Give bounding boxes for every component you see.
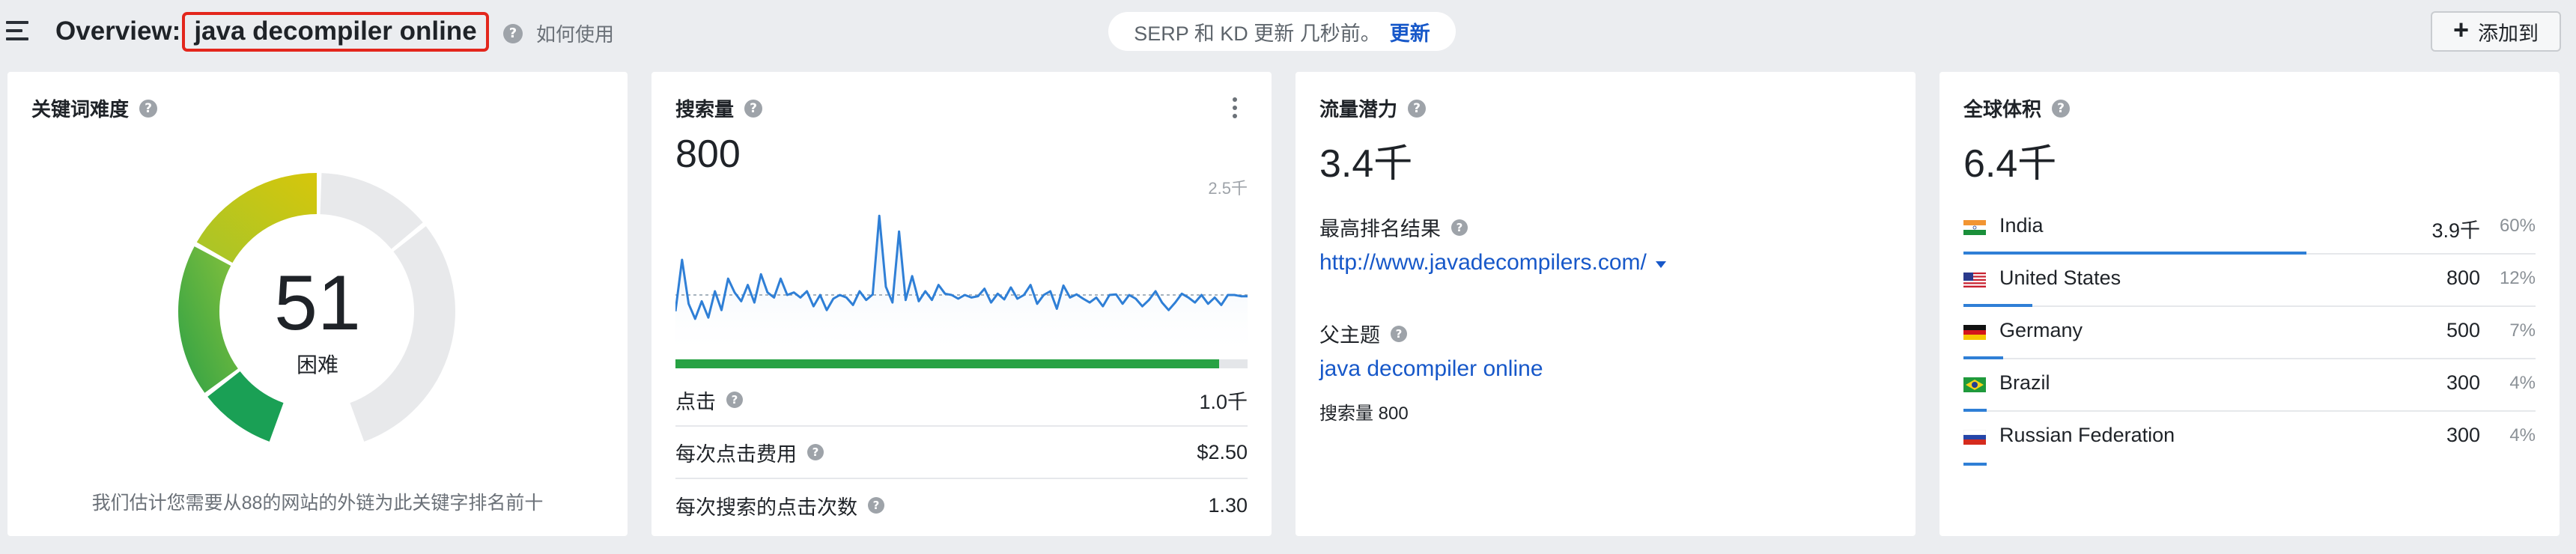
global-volume-card: 全球体积 ? 6.4千 India 3.9千 60% United States… [1939,72,2560,536]
country-name: United States [1999,267,2121,289]
country-name: India [1999,214,2044,237]
clicks-share-bar [675,359,1248,368]
clicks-value: 1.0千 [1199,390,1248,413]
country-row-germany[interactable]: Germany 500 7% [1963,307,2536,359]
global-header: 全球体积 ? [1963,94,2071,122]
volume-header: 搜索量 ? [675,94,763,122]
brazil-flag-icon [1963,377,1986,392]
kd-gauge-segment [196,173,317,263]
country-share-bar [1963,463,1987,466]
country-percent: 12% [2499,268,2536,288]
country-row-united-states[interactable]: United States 800 12% [1963,255,2536,307]
country-volume: 500 [2446,319,2480,341]
help-icon: ? [503,23,523,43]
overview-label: Overview: [55,16,181,46]
country-name: Germany [1999,319,2083,341]
parent-topic-header: 父主题 ? [1319,319,1407,348]
country-name: Brazil [1999,371,2050,394]
serp-notice-text: SERP 和 KD 更新 几秒前。 [1134,22,1381,45]
help-icon[interactable]: ? [868,497,884,514]
clicks-label: 点击 [675,390,716,413]
volume-trend-chart [675,214,1248,358]
russia-flag-icon [1963,430,1986,445]
clicks-per-search-label: 每次搜索的点击次数 [675,496,857,519]
hamburger-menu-icon[interactable] [6,21,30,40]
country-row-russian-federation[interactable]: Russian Federation 300 4% [1963,412,2536,466]
volume-area-fill [675,216,1248,358]
help-icon[interactable]: ? [1391,325,1407,342]
country-row-brazil[interactable]: Brazil 300 4% [1963,359,2536,412]
volume-value: 800 [675,133,741,176]
country-percent: 4% [2509,373,2536,393]
more-options-icon[interactable] [1233,97,1239,122]
clicks-per-search-row: 每次搜索的点击次数? 1.30 [675,479,1248,532]
country-name: Russian Federation [1999,424,2175,446]
update-link[interactable]: 更新 [1390,17,1430,46]
clicks-per-search-value: 1.30 [1208,493,1248,517]
cpc-label: 每次点击费用 [675,442,797,466]
country-row-india[interactable]: India 3.9千 60% [1963,202,2536,255]
india-flag-icon [1963,220,1986,235]
kd-header: 关键词难度 ? [31,94,158,122]
kd-difficulty-label: 困难 [296,353,338,377]
top-result-label: 最高排名结果 [1319,218,1441,240]
how-to-use-label: 如何使用 [536,23,615,46]
keyword-difficulty-card: 关键词难度 ? 51 困难 我们估计您需要从88的网站的外链为此关键字排名前十 [7,72,628,536]
country-volume: 3.9千 [2431,219,2480,242]
country-volume: 800 [2446,267,2480,289]
help-icon[interactable]: ? [1408,99,1427,118]
help-icon[interactable]: ? [1451,219,1468,236]
chevron-down-icon[interactable] [1655,261,1666,268]
kd-title: 关键词难度 [31,98,130,121]
parent-topic-text[interactable]: java decompiler online [1319,356,1543,382]
chart-max-label: 2.5千 [1208,179,1248,198]
help-icon[interactable]: ? [726,392,743,408]
cpc-value: $2.50 [1197,440,1248,463]
cpc-row: 每次点击费用? $2.50 [675,427,1248,479]
clicks-share-fill [675,359,1219,368]
top-result-header: 最高排名结果 ? [1319,213,1468,242]
plus-icon: + [2452,14,2470,45]
global-title: 全球体积 [1963,98,2042,121]
country-percent: 7% [2509,320,2536,341]
keyword-title: java decompiler online [182,11,489,52]
country-volume: 300 [2446,371,2480,394]
volume-title: 搜索量 [675,98,735,121]
help-icon[interactable]: ? [807,444,824,460]
traffic-potential-card: 流量潜力 ? 3.4千 最高排名结果 ? http://www.javadeco… [1295,72,1916,536]
kd-note: 我们估计您需要从88的网站的外链为此关键字排名前十 [91,493,544,514]
country-volume: 300 [2446,424,2480,446]
parent-topic-volume: 搜索量 800 [1319,404,1409,424]
traffic-header: 流量潜力 ? [1319,94,1427,122]
kd-gauge-segment [320,173,423,249]
serp-update-notice: SERP 和 KD 更新 几秒前。 更新 [1108,12,1456,51]
global-value: 6.4千 [1963,142,2057,186]
search-volume-card: 搜索量 ? 800 2.5千 点击? 1.0千 每次点击费用? $2.50 每次… [651,72,1272,536]
top-result-link[interactable]: http://www.javadecompilers.com/ [1319,250,1666,276]
add-to-label: 添加到 [2478,22,2539,45]
help-icon[interactable]: ? [139,99,158,118]
help-icon[interactable]: ? [744,99,763,118]
page-title: Overview: java decompiler online [55,11,489,52]
kd-value: 51 [274,260,361,347]
add-to-button[interactable]: + 添加到 [2431,11,2561,52]
help-icon[interactable]: ? [2052,99,2071,118]
traffic-value: 3.4千 [1319,142,1413,186]
parent-topic-link[interactable]: java decompiler online [1319,356,1543,382]
parent-topic-label: 父主题 [1319,324,1380,347]
country-percent: 60% [2499,216,2536,236]
country-percent: 4% [2509,425,2536,445]
traffic-title: 流量潜力 [1319,98,1398,121]
clicks-row: 点击? 1.0千 [675,374,1248,427]
top-result-url[interactable]: http://www.javadecompilers.com/ [1319,250,1647,276]
how-to-use-link[interactable]: ? 如何使用 [503,19,614,47]
top-bar: Overview: java decompiler online ? 如何使用 … [0,0,2576,63]
germany-flag-icon [1963,325,1986,340]
us-flag-icon [1963,273,1986,287]
